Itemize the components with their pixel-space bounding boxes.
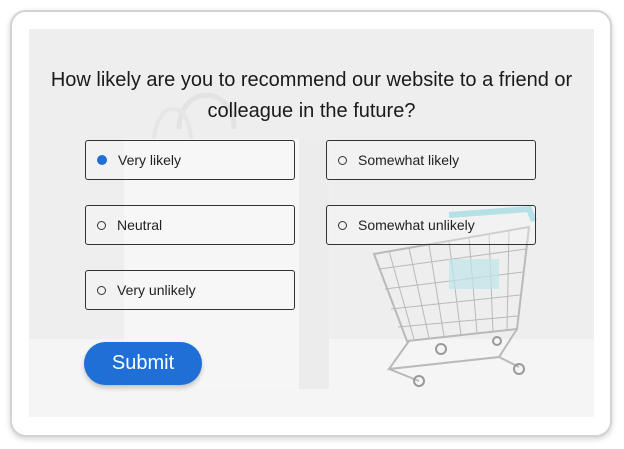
- radio-unselected-icon[interactable]: [338, 220, 347, 230]
- survey-question: How likely are you to recommend our webs…: [50, 69, 573, 122]
- survey-panel: How likely are you to recommend our webs…: [29, 29, 594, 417]
- option-somewhat-unlikely[interactable]: Somewhat unlikely: [326, 205, 536, 245]
- option-label: Very likely: [118, 152, 182, 168]
- option-somewhat-likely[interactable]: Somewhat likely: [326, 140, 536, 180]
- option-label: Somewhat unlikely: [358, 217, 475, 233]
- option-neutral[interactable]: Neutral: [85, 205, 295, 245]
- submit-button[interactable]: Submit: [84, 342, 202, 385]
- radio-unselected-icon[interactable]: [97, 285, 106, 295]
- radio-selected-icon[interactable]: [97, 155, 107, 165]
- radio-unselected-icon[interactable]: [97, 220, 106, 230]
- option-very-likely[interactable]: Very likely: [85, 140, 295, 180]
- option-very-unlikely[interactable]: Very unlikely: [85, 270, 295, 310]
- radio-unselected-icon[interactable]: [338, 155, 347, 165]
- option-label: Very unlikely: [117, 282, 196, 298]
- option-label: Somewhat likely: [358, 152, 460, 168]
- option-label: Neutral: [117, 217, 163, 233]
